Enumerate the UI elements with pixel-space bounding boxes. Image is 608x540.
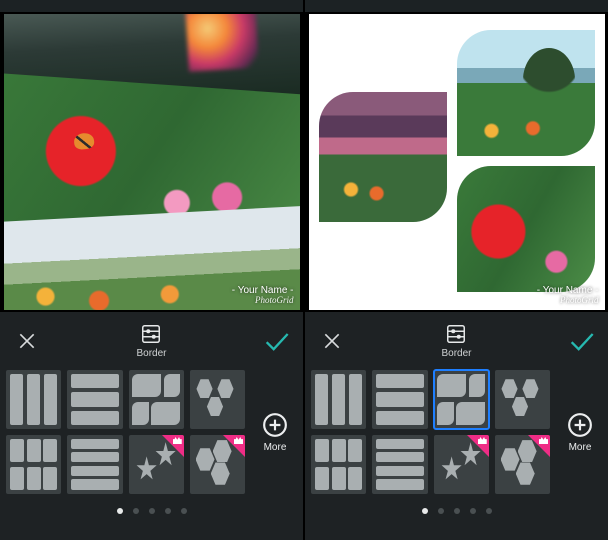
- plus-circle-icon: [567, 412, 593, 438]
- close-icon: [322, 331, 342, 351]
- pager-dot: [470, 508, 476, 514]
- premium-badge-icon: [528, 435, 550, 457]
- pager-dot: [438, 508, 444, 514]
- layout-pager[interactable]: [0, 500, 303, 526]
- editor-toolbar: Border: [305, 312, 608, 370]
- layout-pager[interactable]: [305, 500, 608, 526]
- layout-hex-grid[interactable]: [495, 370, 550, 429]
- layout-hex-mosaic[interactable]: [190, 435, 245, 494]
- border-tool-button[interactable]: Border: [136, 323, 166, 359]
- collage-canvas[interactable]: - Your Name - PhotoGrid: [305, 12, 608, 312]
- layout-mosaic-4[interactable]: [434, 370, 489, 429]
- status-bar: [0, 0, 303, 12]
- layout-hex-grid[interactable]: [190, 370, 245, 429]
- pager-dot: [454, 508, 460, 514]
- border-tool-label: Border: [441, 348, 471, 359]
- collage-slot-3[interactable]: [457, 166, 595, 292]
- layout-hex-mosaic[interactable]: [495, 435, 550, 494]
- watermark[interactable]: - Your Name - PhotoGrid: [232, 285, 294, 306]
- layout-rows-4[interactable]: [372, 435, 427, 494]
- sliders-icon: [140, 323, 162, 345]
- check-icon: [567, 327, 595, 355]
- premium-badge-icon: [223, 435, 245, 457]
- collage-preview: - Your Name - PhotoGrid: [4, 14, 300, 310]
- check-icon: [262, 327, 290, 355]
- confirm-button[interactable]: [564, 324, 598, 358]
- layout-stars[interactable]: [129, 435, 184, 494]
- collage-preview: - Your Name - PhotoGrid: [309, 14, 605, 310]
- confirm-button[interactable]: [259, 324, 293, 358]
- collage-slot-1[interactable]: [319, 92, 447, 222]
- status-bar: [305, 0, 608, 12]
- layout-picker: More: [0, 370, 303, 500]
- border-tool-label: Border: [136, 348, 166, 359]
- pager-dot: [181, 508, 187, 514]
- layout-picker: More: [305, 370, 608, 500]
- pager-dot: [133, 508, 139, 514]
- premium-badge-icon: [467, 435, 489, 457]
- watermark-brand: PhotoGrid: [232, 296, 294, 306]
- more-layouts-button[interactable]: More: [558, 402, 602, 462]
- layout-rows-3[interactable]: [372, 370, 427, 429]
- more-layouts-button[interactable]: More: [253, 402, 297, 462]
- layout-grid: [6, 370, 245, 494]
- pager-dot: [165, 508, 171, 514]
- watermark-brand: PhotoGrid: [537, 296, 599, 306]
- premium-badge-icon: [162, 435, 184, 457]
- screen-right: - Your Name - PhotoGrid Border: [305, 0, 608, 540]
- editor-toolbar: Border: [0, 312, 303, 370]
- more-label: More: [264, 442, 287, 453]
- layout-columns-3[interactable]: [6, 370, 61, 429]
- layout-grid-6[interactable]: [6, 435, 61, 494]
- border-tool-button[interactable]: Border: [441, 323, 471, 359]
- pager-dot: [149, 508, 155, 514]
- layout-grid-6[interactable]: [311, 435, 366, 494]
- layout-rows-4[interactable]: [67, 435, 122, 494]
- sliders-icon: [445, 323, 467, 345]
- cancel-button[interactable]: [10, 324, 44, 358]
- close-icon: [17, 331, 37, 351]
- pager-dot: [117, 508, 123, 514]
- layout-columns-3[interactable]: [311, 370, 366, 429]
- screen-left: - Your Name - PhotoGrid Border: [0, 0, 303, 540]
- pager-dot: [422, 508, 428, 514]
- plus-circle-icon: [262, 412, 288, 438]
- more-label: More: [569, 442, 592, 453]
- collage-canvas[interactable]: - Your Name - PhotoGrid: [0, 12, 303, 312]
- collage-slot-2[interactable]: [457, 30, 595, 156]
- watermark[interactable]: - Your Name - PhotoGrid: [537, 285, 599, 306]
- layout-stars[interactable]: [434, 435, 489, 494]
- cancel-button[interactable]: [315, 324, 349, 358]
- layout-rows-3[interactable]: [67, 370, 122, 429]
- layout-grid: [311, 370, 550, 494]
- pager-dot: [486, 508, 492, 514]
- layout-mosaic-4[interactable]: [129, 370, 184, 429]
